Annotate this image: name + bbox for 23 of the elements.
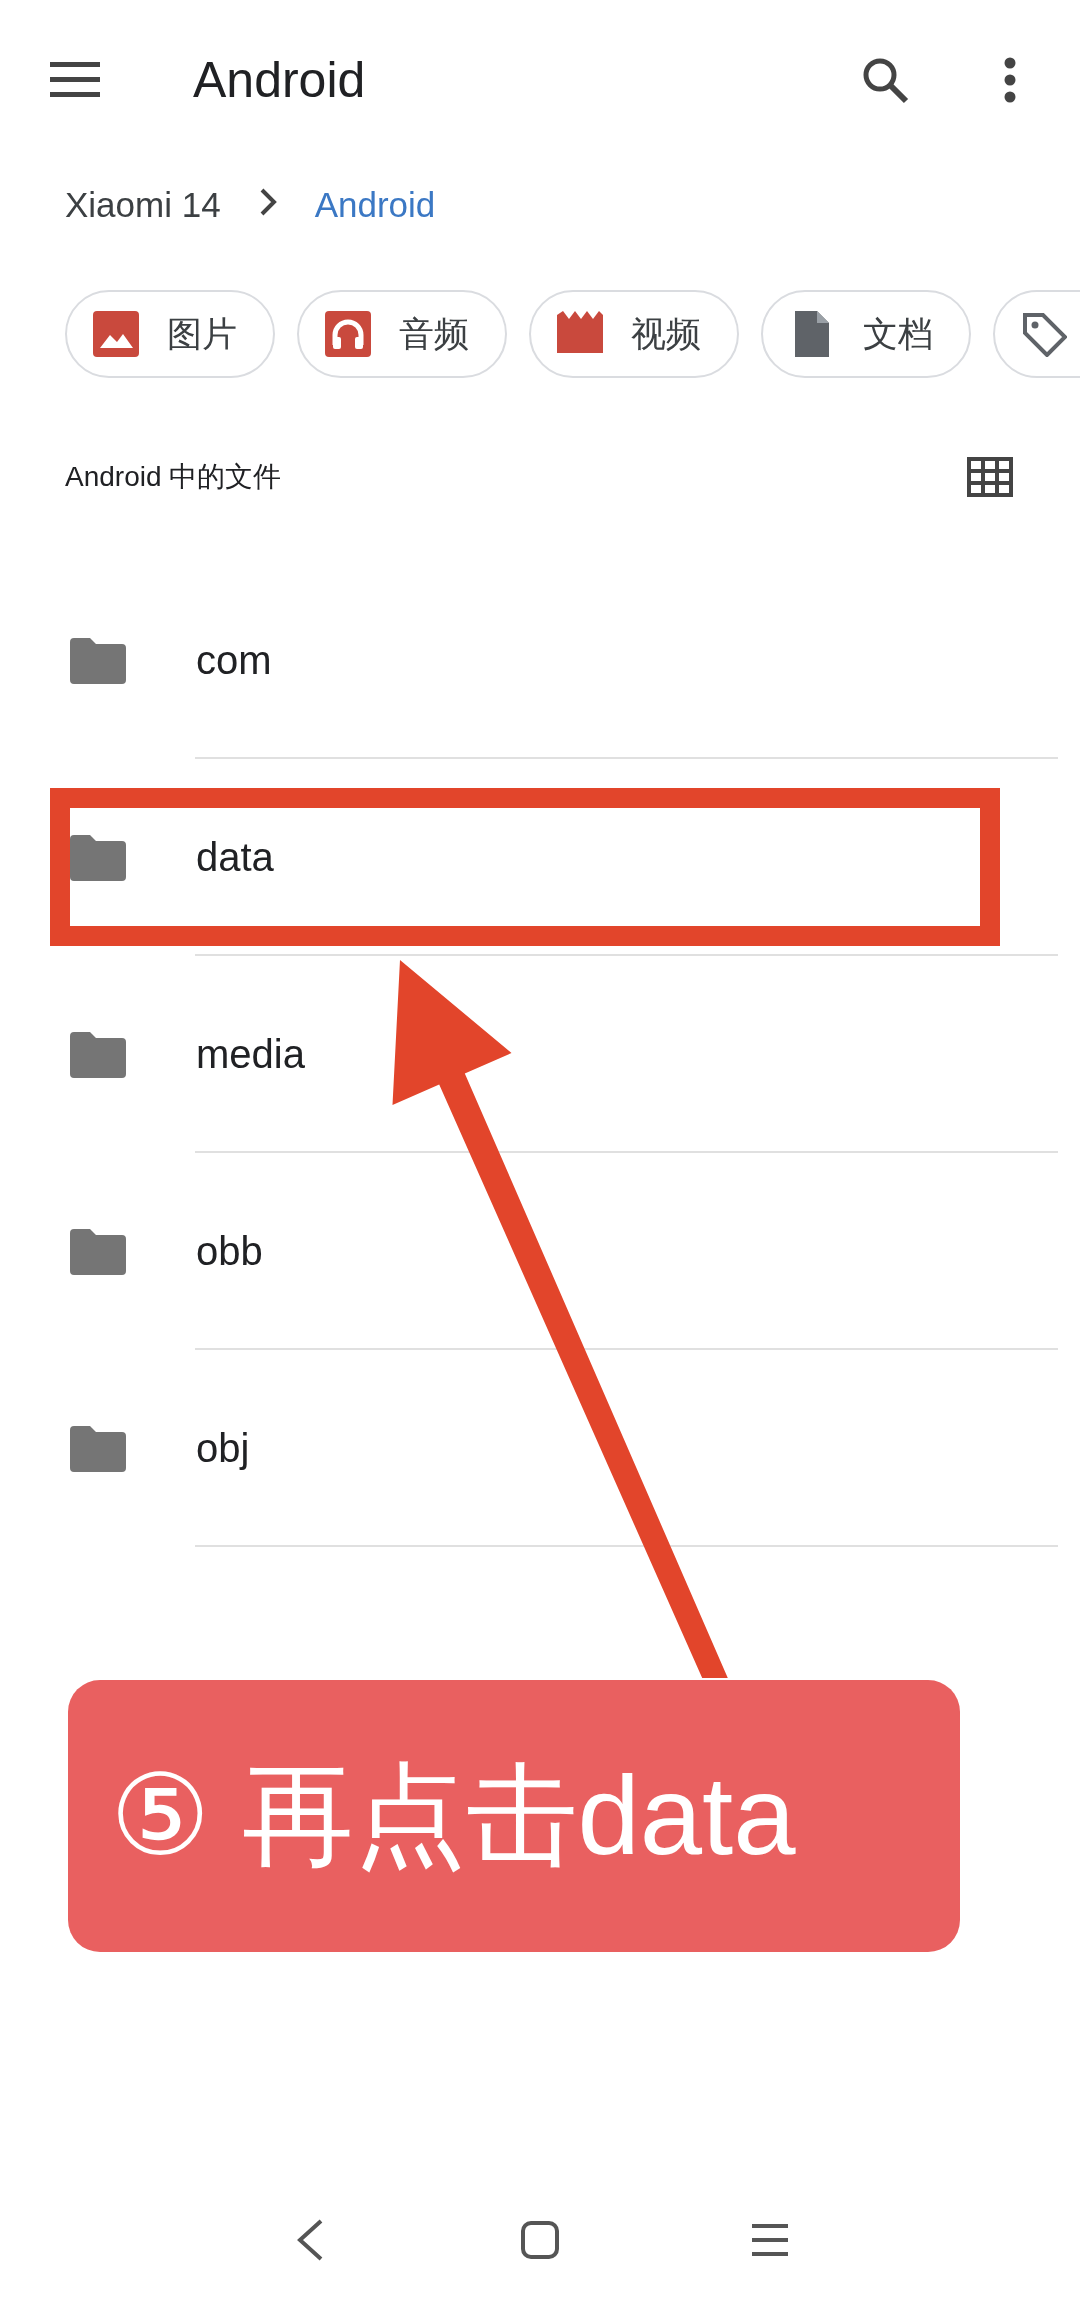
chevron-right-icon xyxy=(258,187,277,217)
folder-name[interactable]: obb xyxy=(196,1229,263,1274)
image-icon xyxy=(93,311,139,357)
filter-chip[interactable]: 文档 xyxy=(761,290,971,378)
folder-icon xyxy=(70,1031,126,1078)
annotation-caption: ⑤ 再点击data xyxy=(68,1680,960,1952)
app-title: Android xyxy=(193,51,367,109)
breadcrumb-link[interactable]: Android xyxy=(314,185,436,225)
folder-name[interactable]: media xyxy=(196,1032,305,1077)
folder-name[interactable]: com xyxy=(196,638,272,683)
folder-icon xyxy=(70,1425,126,1472)
folder-icon xyxy=(70,1228,126,1275)
tag-icon xyxy=(1021,311,1067,357)
filter-chip[interactable]: 图片 xyxy=(65,290,275,378)
folder-name[interactable]: data xyxy=(196,835,274,880)
section-title: Android 中的文件 xyxy=(65,460,282,494)
folder-icon xyxy=(70,834,126,881)
filter-chip[interactable]: 音频 xyxy=(297,290,507,378)
folder-icon xyxy=(70,637,126,684)
folder-name[interactable]: obj xyxy=(196,1426,250,1471)
filter-chip[interactable]: 视频 xyxy=(529,290,739,378)
headphones-icon xyxy=(325,311,371,357)
breadcrumb-link[interactable]: Xiaomi 14 xyxy=(65,185,221,225)
